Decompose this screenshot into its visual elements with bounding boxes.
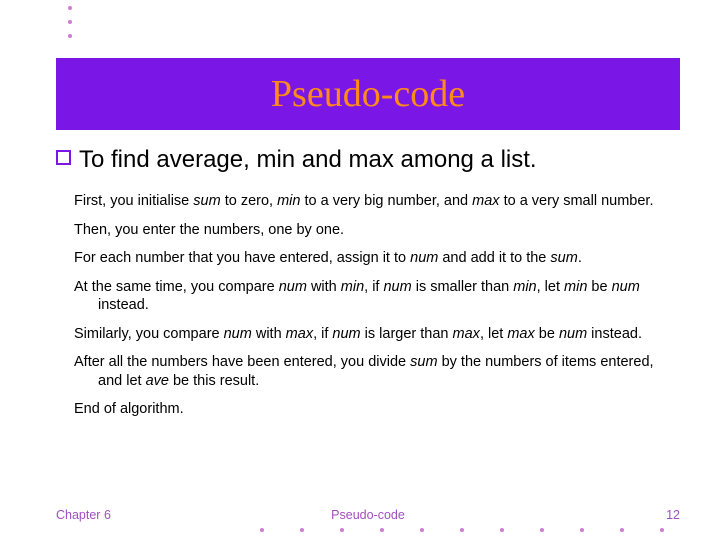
paragraph: Similarly, you compare num with max, if …	[74, 325, 680, 344]
dot-icon	[340, 528, 344, 532]
paragraph: For each number that you have entered, a…	[74, 249, 680, 268]
section-heading: To find average, min and max among a lis…	[79, 146, 537, 174]
body-list: First, you initialise sum to zero, min t…	[56, 192, 680, 419]
dot-icon	[620, 528, 624, 532]
decorative-dots-bottom	[260, 528, 664, 532]
footer-topic: Pseudo-code	[331, 508, 405, 522]
dot-icon	[460, 528, 464, 532]
dot-icon	[660, 528, 664, 532]
paragraph: At the same time, you compare num with m…	[74, 278, 680, 315]
dot-icon	[68, 20, 72, 24]
title-bar: Pseudo-code	[56, 58, 680, 130]
dot-icon	[540, 528, 544, 532]
dot-icon	[380, 528, 384, 532]
dot-icon	[300, 528, 304, 532]
dot-icon	[260, 528, 264, 532]
square-bullet-icon	[56, 150, 71, 165]
dot-icon	[68, 6, 72, 10]
paragraph: Then, you enter the numbers, one by one.	[74, 221, 680, 240]
paragraph: After all the numbers have been entered,…	[74, 353, 680, 390]
decorative-dots-top	[68, 6, 72, 38]
dot-icon	[580, 528, 584, 532]
slide-footer: Chapter 6 Pseudo-code 12	[56, 508, 680, 522]
dot-icon	[420, 528, 424, 532]
dot-icon	[500, 528, 504, 532]
slide-title: Pseudo-code	[271, 72, 465, 116]
footer-chapter: Chapter 6	[56, 508, 111, 522]
footer-page-number: 12	[666, 508, 680, 522]
dot-icon	[68, 34, 72, 38]
paragraph: First, you initialise sum to zero, min t…	[74, 192, 680, 211]
slide-content: To find average, min and max among a lis…	[56, 146, 680, 496]
paragraph: End of algorithm.	[74, 400, 680, 419]
heading-row: To find average, min and max among a lis…	[56, 146, 680, 174]
